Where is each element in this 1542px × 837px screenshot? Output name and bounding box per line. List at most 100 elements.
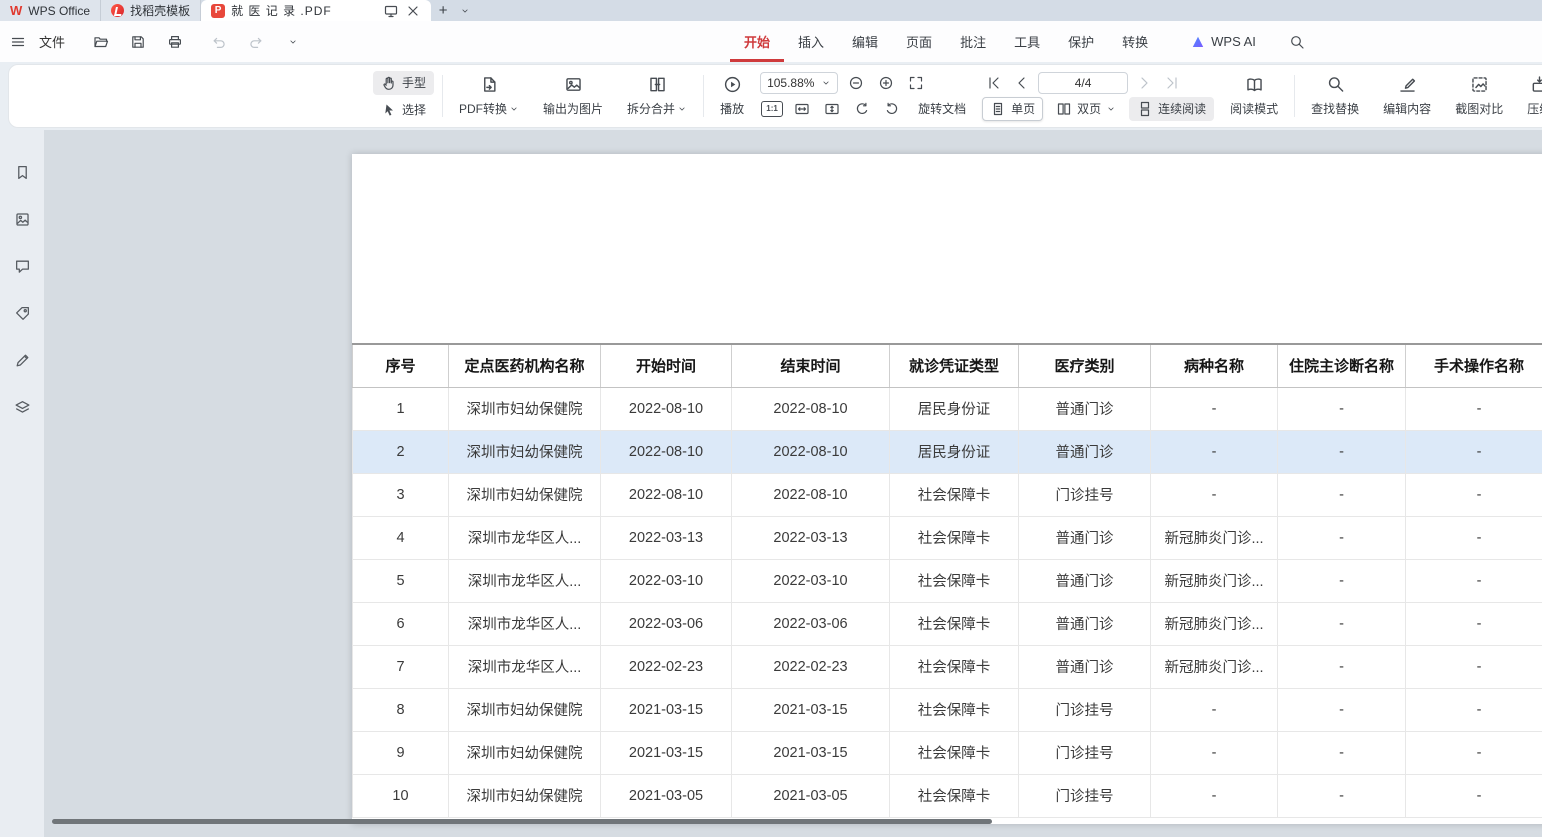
hamburger-icon[interactable] bbox=[10, 34, 26, 50]
chevron-down-icon bbox=[1106, 104, 1116, 114]
zoom-in-icon[interactable] bbox=[874, 72, 898, 94]
cursor-icon bbox=[381, 102, 397, 118]
menu-tab-tools[interactable]: 工具 bbox=[1000, 21, 1054, 62]
separate-window-icon[interactable] bbox=[383, 3, 399, 19]
table-cell: 社会保障卡 bbox=[890, 645, 1019, 688]
tag-icon[interactable] bbox=[8, 301, 36, 325]
compress-button[interactable]: 压缩 bbox=[1519, 68, 1542, 124]
undo-icon[interactable] bbox=[207, 31, 231, 53]
wps-logo-icon: W bbox=[10, 4, 22, 17]
page-number-input[interactable]: 4/4 bbox=[1038, 72, 1128, 94]
table-cell: 2022-08-10 bbox=[732, 473, 890, 516]
rotate-document-label: 旋转文档 bbox=[918, 100, 966, 117]
comment-icon[interactable] bbox=[8, 254, 36, 278]
new-tab-button[interactable]: + bbox=[431, 0, 455, 21]
table-row: 7深圳市龙华区人...2022-02-232022-02-23社会保障卡普通门诊… bbox=[353, 645, 1542, 688]
menu-tab-convert[interactable]: 转换 bbox=[1108, 21, 1162, 62]
play-icon bbox=[723, 75, 742, 94]
table-cell: - bbox=[1278, 774, 1406, 817]
menu-tab-edit[interactable]: 编辑 bbox=[838, 21, 892, 62]
menu-tab-home[interactable]: 开始 bbox=[730, 21, 784, 62]
screenshot-compare-button[interactable]: 截图对比 bbox=[1447, 68, 1511, 124]
table-cell: 2022-03-13 bbox=[732, 516, 890, 559]
fit-window-icon[interactable] bbox=[904, 72, 928, 94]
table-cell: 门诊挂号 bbox=[1019, 774, 1151, 817]
history-caret-icon[interactable] bbox=[281, 31, 305, 53]
tab-wps-office[interactable]: W WPS Office bbox=[0, 0, 101, 21]
horizontal-scrollbar[interactable] bbox=[44, 818, 1542, 825]
redo-icon[interactable] bbox=[244, 31, 268, 53]
bookmark-icon[interactable] bbox=[8, 160, 36, 184]
table-cell: 社会保障卡 bbox=[890, 602, 1019, 645]
print-icon[interactable] bbox=[163, 31, 187, 53]
export-image-label: 输出为图片 bbox=[543, 100, 603, 117]
left-panel-rail bbox=[0, 130, 44, 837]
ribbon-toolbar: 手型 选择 PDF转换 输出为图片 bbox=[0, 62, 1542, 130]
table-cell: 社会保障卡 bbox=[890, 473, 1019, 516]
pdf-convert-icon bbox=[480, 75, 499, 94]
play-button[interactable]: 播放 bbox=[712, 68, 752, 124]
pdf-file-icon: P bbox=[211, 4, 225, 18]
save-icon[interactable] bbox=[126, 31, 150, 53]
next-page-icon[interactable] bbox=[1132, 72, 1156, 94]
layers-icon[interactable] bbox=[8, 395, 36, 419]
table-cell: - bbox=[1406, 731, 1542, 774]
single-page-button[interactable]: 单页 bbox=[982, 97, 1043, 121]
table-cell: - bbox=[1278, 731, 1406, 774]
table-cell: 深圳市龙华区人... bbox=[449, 645, 601, 688]
single-page-label: 单页 bbox=[1011, 100, 1035, 117]
table-cell: 9 bbox=[353, 731, 449, 774]
menu-tab-annotate[interactable]: 批注 bbox=[946, 21, 1000, 62]
highlighter-icon[interactable] bbox=[8, 348, 36, 372]
first-page-icon[interactable] bbox=[982, 72, 1006, 94]
zoom-out-icon[interactable] bbox=[844, 72, 868, 94]
chevron-down-icon bbox=[509, 104, 519, 114]
zoom-value: 105.88% bbox=[767, 76, 814, 90]
double-page-icon bbox=[1056, 101, 1072, 117]
rotate-document-button[interactable]: 旋转文档 bbox=[910, 97, 974, 121]
table-cell: 深圳市妇幼保健院 bbox=[449, 731, 601, 774]
actual-size-icon[interactable]: 1:1 bbox=[760, 98, 784, 120]
table-cell: - bbox=[1278, 602, 1406, 645]
thumbnail-icon[interactable] bbox=[8, 207, 36, 231]
close-tab-icon[interactable] bbox=[405, 3, 421, 19]
zoom-select[interactable]: 105.88% bbox=[760, 72, 838, 94]
search-icon[interactable] bbox=[1284, 29, 1310, 55]
menu-tab-protect[interactable]: 保护 bbox=[1054, 21, 1108, 62]
table-cell: - bbox=[1406, 602, 1542, 645]
compress-icon bbox=[1530, 75, 1542, 94]
table-cell: 门诊挂号 bbox=[1019, 473, 1151, 516]
select-tool-button[interactable]: 选择 bbox=[373, 98, 434, 122]
edit-content-button[interactable]: 编辑内容 bbox=[1375, 68, 1439, 124]
export-image-button[interactable]: 输出为图片 bbox=[535, 68, 611, 124]
split-merge-button[interactable]: 拆分合并 bbox=[619, 68, 695, 124]
hand-tool-button[interactable]: 手型 bbox=[373, 71, 434, 95]
menu-tab-page[interactable]: 页面 bbox=[892, 21, 946, 62]
tab-list-caret-icon[interactable] bbox=[455, 0, 475, 21]
tab-document-pdf[interactable]: P 就 医 记 录 .PDF bbox=[201, 0, 431, 21]
fit-page-icon[interactable] bbox=[820, 98, 844, 120]
find-replace-button[interactable]: 查找替换 bbox=[1303, 68, 1367, 124]
tab-docer-templates[interactable]: 找稻壳模板 bbox=[101, 0, 201, 21]
scrollbar-thumb[interactable] bbox=[52, 819, 992, 824]
rotate-right-icon[interactable] bbox=[880, 98, 904, 120]
continuous-read-button[interactable]: 连续阅读 bbox=[1129, 97, 1214, 121]
previous-page-icon[interactable] bbox=[1010, 72, 1034, 94]
table-cell: 普通门诊 bbox=[1019, 516, 1151, 559]
column-header: 医疗类别 bbox=[1019, 344, 1151, 387]
split-merge-icon bbox=[648, 75, 667, 94]
fit-width-icon[interactable] bbox=[790, 98, 814, 120]
double-page-button[interactable]: 双页 bbox=[1048, 97, 1124, 121]
menu-tab-insert[interactable]: 插入 bbox=[784, 21, 838, 62]
file-menu[interactable]: 文件 bbox=[39, 32, 65, 51]
tab-docer-label: 找稻壳模板 bbox=[130, 2, 190, 19]
open-folder-icon[interactable] bbox=[89, 31, 113, 53]
table-row: 6深圳市龙华区人...2022-03-062022-03-06社会保障卡普通门诊… bbox=[353, 602, 1542, 645]
reading-mode-button[interactable]: 阅读模式 bbox=[1222, 68, 1286, 124]
menu-tab-wps-ai[interactable]: WPS AI bbox=[1176, 21, 1270, 62]
table-cell: - bbox=[1278, 688, 1406, 731]
last-page-icon[interactable] bbox=[1160, 72, 1184, 94]
table-cell: - bbox=[1278, 516, 1406, 559]
pdf-convert-button[interactable]: PDF转换 bbox=[451, 68, 527, 124]
rotate-left-icon[interactable] bbox=[850, 98, 874, 120]
